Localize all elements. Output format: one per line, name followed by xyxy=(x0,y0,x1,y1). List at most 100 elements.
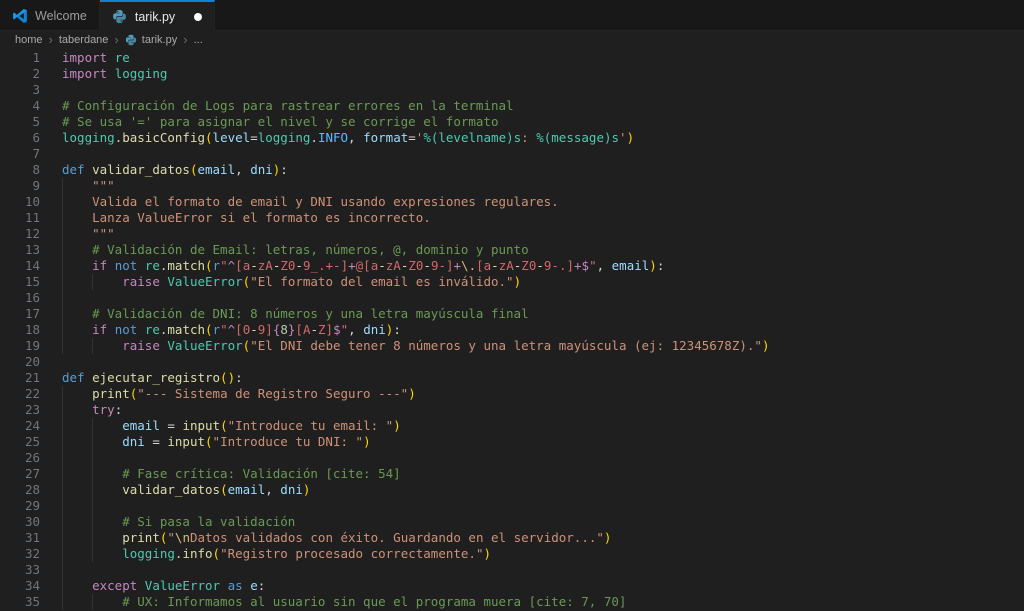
code-line[interactable]: # UX: Informamos al usuario sin que el p… xyxy=(62,594,1024,610)
line-number[interactable]: 6 xyxy=(0,130,40,146)
line-number[interactable]: 33 xyxy=(0,562,40,578)
line-number[interactable]: 15 xyxy=(0,274,40,290)
line-number[interactable]: 28 xyxy=(0,482,40,498)
breadcrumb-item-home[interactable]: home xyxy=(15,34,43,46)
line-number[interactable]: 1 xyxy=(0,50,40,66)
line-number[interactable]: 16 xyxy=(0,290,40,306)
code-row[interactable]: 29 xyxy=(0,498,1024,514)
code-row[interactable]: 18 if not re.match(r"^[0-9]{8}[A-Z]$", d… xyxy=(0,322,1024,338)
code-row[interactable]: 31 print("\nDatos validados con éxito. G… xyxy=(0,530,1024,546)
line-number[interactable]: 7 xyxy=(0,146,40,162)
code-line[interactable]: raise ValueError("El formato del email e… xyxy=(62,274,1024,290)
code-row[interactable]: 19 raise ValueError("El DNI debe tener 8… xyxy=(0,338,1024,354)
code-line[interactable] xyxy=(62,146,1024,162)
code-line[interactable] xyxy=(62,498,1024,514)
line-number[interactable]: 27 xyxy=(0,466,40,482)
code-line[interactable]: # Si pasa la validación xyxy=(62,514,1024,530)
line-number[interactable]: 13 xyxy=(0,242,40,258)
code-row[interactable]: 14 if not re.match(r"^[a-zA-Z0-9_.+-]+@[… xyxy=(0,258,1024,274)
line-number[interactable]: 8 xyxy=(0,162,40,178)
code-row[interactable]: 3 xyxy=(0,82,1024,98)
line-number[interactable]: 34 xyxy=(0,578,40,594)
code-row[interactable]: 22 print("--- Sistema de Registro Seguro… xyxy=(0,386,1024,402)
tab-welcome[interactable]: Welcome xyxy=(0,0,100,30)
code-row[interactable]: 17 # Validación de DNI: 8 números y una … xyxy=(0,306,1024,322)
code-row[interactable]: 2 import logging xyxy=(0,66,1024,82)
line-number[interactable]: 20 xyxy=(0,354,40,370)
code-line[interactable]: logging.basicConfig(level=logging.INFO, … xyxy=(62,130,1024,146)
line-number[interactable]: 21 xyxy=(0,370,40,386)
line-number[interactable]: 23 xyxy=(0,402,40,418)
breadcrumb-item-file[interactable]: tarik.py xyxy=(142,34,177,46)
code-row[interactable]: 12 """ xyxy=(0,226,1024,242)
line-number[interactable]: 5 xyxy=(0,114,40,130)
line-number[interactable]: 9 xyxy=(0,178,40,194)
line-number[interactable]: 31 xyxy=(0,530,40,546)
code-line[interactable]: if not re.match(r"^[0-9]{8}[A-Z]$", dni)… xyxy=(62,322,1024,338)
code-row[interactable]: 6 logging.basicConfig(level=logging.INFO,… xyxy=(0,130,1024,146)
line-number[interactable]: 30 xyxy=(0,514,40,530)
code-line[interactable]: dni = input("Introduce tu DNI: ") xyxy=(62,434,1024,450)
code-row[interactable]: 33 xyxy=(0,562,1024,578)
code-line[interactable]: # Fase crítica: Validación [cite: 54] xyxy=(62,466,1024,482)
code-row[interactable]: 13 # Validación de Email: letras, número… xyxy=(0,242,1024,258)
code-row[interactable]: 4 # Configuración de Logs para rastrear e… xyxy=(0,98,1024,114)
code-line[interactable]: raise ValueError("El DNI debe tener 8 nú… xyxy=(62,338,1024,354)
code-line[interactable]: Lanza ValueError si el formato es incorr… xyxy=(62,210,1024,226)
code-line[interactable] xyxy=(62,450,1024,466)
code-row[interactable]: 23 try: xyxy=(0,402,1024,418)
code-line[interactable]: logging.info("Registro procesado correct… xyxy=(62,546,1024,562)
line-number[interactable]: 18 xyxy=(0,322,40,338)
line-number[interactable]: 3 xyxy=(0,82,40,98)
line-number[interactable]: 29 xyxy=(0,498,40,514)
code-row[interactable]: 21 def ejecutar_registro(): xyxy=(0,370,1024,386)
code-line[interactable]: def validar_datos(email, dni): xyxy=(62,162,1024,178)
breadcrumb-item-symbols[interactable]: ... xyxy=(194,34,203,46)
line-number[interactable]: 12 xyxy=(0,226,40,242)
code-line[interactable]: print("\nDatos validados con éxito. Guar… xyxy=(62,530,1024,546)
line-number[interactable]: 2 xyxy=(0,66,40,82)
code-line[interactable]: # Configuración de Logs para rastrear er… xyxy=(62,98,1024,114)
code-row[interactable]: 9 """ xyxy=(0,178,1024,194)
code-row[interactable]: 26 xyxy=(0,450,1024,466)
code-line[interactable] xyxy=(62,354,1024,370)
modified-indicator-dot[interactable] xyxy=(194,13,202,21)
code-line[interactable]: if not re.match(r"^[a-zA-Z0-9_.+-]+@[a-z… xyxy=(62,258,1024,274)
code-line[interactable]: """ xyxy=(62,178,1024,194)
code-row[interactable]: 20 xyxy=(0,354,1024,370)
code-line[interactable]: # Validación de Email: letras, números, … xyxy=(62,242,1024,258)
code-line[interactable]: print("--- Sistema de Registro Seguro --… xyxy=(62,386,1024,402)
code-line[interactable]: # Validación de DNI: 8 números y una let… xyxy=(62,306,1024,322)
code-line[interactable]: def ejecutar_registro(): xyxy=(62,370,1024,386)
code-row[interactable]: 5# Se usa '=' para asignar el nivel y se… xyxy=(0,114,1024,130)
line-number[interactable]: 35 xyxy=(0,594,40,610)
code-row[interactable]: 28 validar_datos(email, dni) xyxy=(0,482,1024,498)
code-line[interactable]: validar_datos(email, dni) xyxy=(62,482,1024,498)
code-row[interactable]: 11 Lanza ValueError si el formato es inc… xyxy=(0,210,1024,226)
code-row[interactable]: 15 raise ValueError("El formato del emai… xyxy=(0,274,1024,290)
code-line[interactable]: except ValueError as e: xyxy=(62,578,1024,594)
line-number[interactable]: 32 xyxy=(0,546,40,562)
code-row[interactable]: 27 # Fase crítica: Validación [cite: 54] xyxy=(0,466,1024,482)
code-row[interactable]: 7 xyxy=(0,146,1024,162)
code-row[interactable]: 32 logging.info("Registro procesado corr… xyxy=(0,546,1024,562)
code-row[interactable]: 16 xyxy=(0,290,1024,306)
breadcrumb-item-taberdane[interactable]: taberdane xyxy=(59,34,109,46)
line-number[interactable]: 11 xyxy=(0,210,40,226)
code-row[interactable]: 1 import re xyxy=(0,50,1024,66)
line-number[interactable]: 26 xyxy=(0,450,40,466)
line-number[interactable]: 19 xyxy=(0,338,40,354)
code-row[interactable]: 25 dni = input("Introduce tu DNI: ") xyxy=(0,434,1024,450)
line-number[interactable]: 4 xyxy=(0,98,40,114)
line-number[interactable]: 22 xyxy=(0,386,40,402)
code-line[interactable] xyxy=(62,82,1024,98)
code-line[interactable]: import logging xyxy=(62,66,1024,82)
tab-tarik[interactable]: tarik.py xyxy=(100,0,215,31)
code-line[interactable]: email = input("Introduce tu email: ") xyxy=(62,418,1024,434)
code-line[interactable]: import re xyxy=(62,50,1024,66)
code-row[interactable]: 8 def validar_datos(email, dni): xyxy=(0,162,1024,178)
code-row[interactable]: 34 except ValueError as e: xyxy=(0,578,1024,594)
code-row[interactable]: 24 email = input("Introduce tu email: ") xyxy=(0,418,1024,434)
code-line[interactable] xyxy=(62,290,1024,306)
code-row[interactable]: 35 # UX: Informamos al usuario sin que e… xyxy=(0,594,1024,610)
